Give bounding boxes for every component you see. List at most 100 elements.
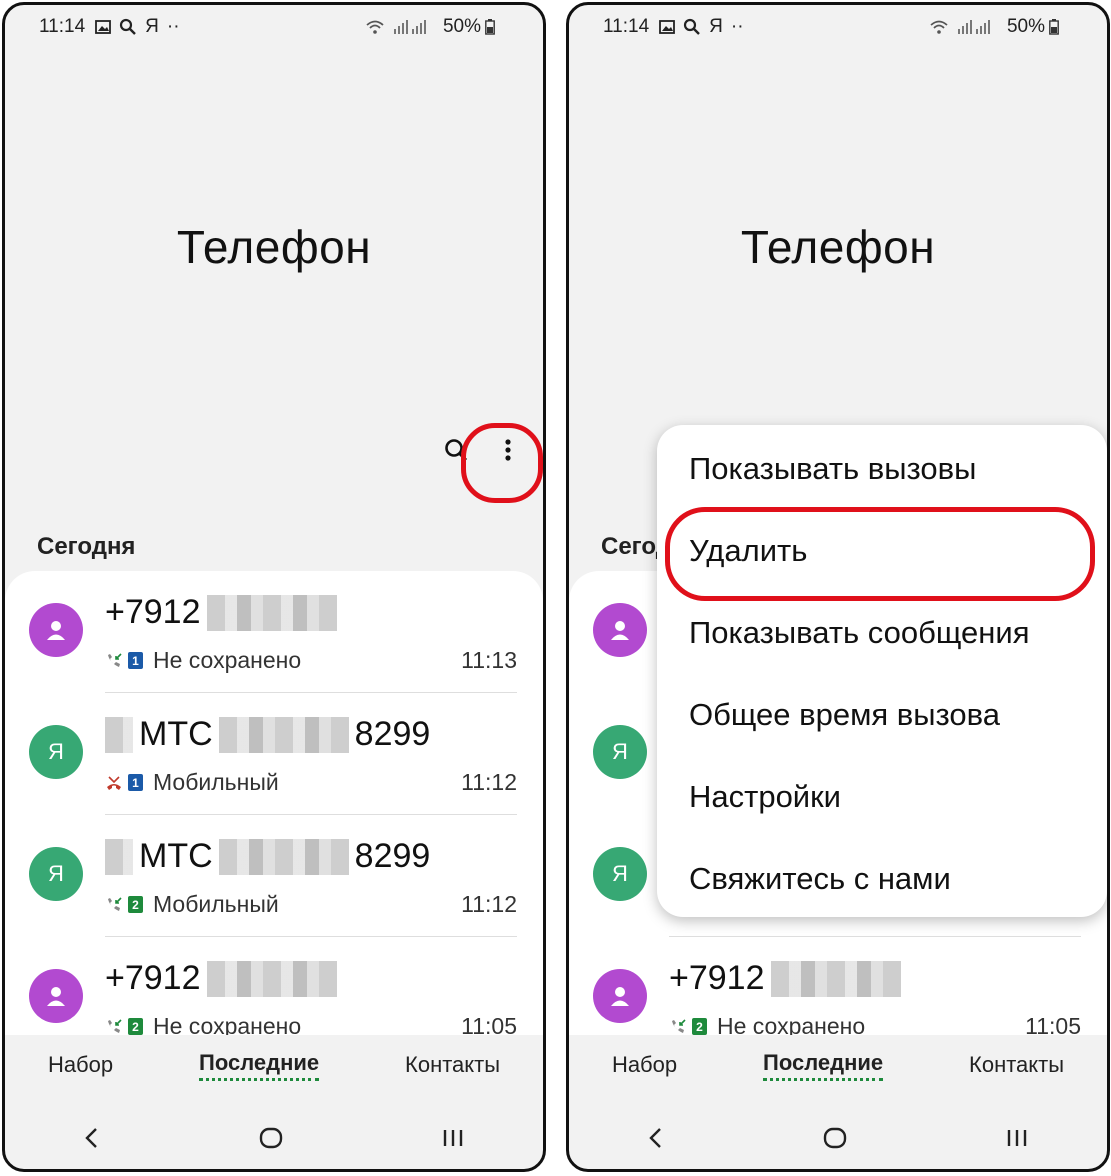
overflow-menu: Показывать вызовы Удалить Показывать соо…: [657, 425, 1107, 917]
menu-item-contact-us[interactable]: Свяжитесь с нами: [689, 861, 951, 897]
signal-icon: [393, 19, 427, 35]
page-title: Телефон: [740, 221, 936, 273]
call-log-row[interactable]: Я МТС 8299 2 Мобильный 11:12: [5, 815, 543, 937]
avatar: Я: [29, 847, 83, 901]
call-detail: 2 Не сохранено: [105, 1013, 301, 1035]
call-log-row[interactable]: +7912 2 Не сохранено 11:05: [569, 937, 1107, 1035]
page-title: Телефон: [176, 221, 372, 273]
call-name-text: +7912: [669, 959, 765, 997]
gallery-icon: [659, 19, 676, 35]
recent-apps-button[interactable]: [442, 1127, 464, 1154]
call-time: 11:05: [1025, 1013, 1081, 1035]
menu-item-show-messages[interactable]: Показывать сообщения: [689, 615, 1030, 651]
avatar: Я: [593, 725, 647, 779]
call-name-suffix: 8299: [354, 837, 431, 875]
tab-recent[interactable]: Последние: [199, 1050, 320, 1081]
redacted-block: [206, 594, 337, 631]
avatar: [593, 603, 647, 657]
call-time: 11:12: [461, 891, 517, 917]
avatar: [593, 969, 647, 1023]
redacted-block: [770, 960, 901, 997]
call-time: 11:13: [461, 647, 517, 673]
call-name-text: МТС: [139, 715, 213, 753]
search-status-icon: [119, 18, 137, 36]
menu-item-total-call-time[interactable]: Общее время вызова: [689, 697, 1000, 733]
comparison-screenshot: 11:14 Я ·· 50% Телефон Сегодня +7912 1 Н…: [0, 0, 1111, 1176]
system-nav-bar: [5, 1115, 543, 1165]
avatar: Я: [593, 847, 647, 901]
call-log-row[interactable]: +7912 1 Не сохранено 11:13: [5, 571, 543, 693]
home-button[interactable]: [259, 1127, 283, 1154]
person-icon: [47, 987, 65, 1006]
incoming-call-icon: [108, 652, 122, 667]
sim-1-badge: 1: [128, 652, 143, 669]
wifi-icon: [929, 19, 949, 35]
system-nav-bar: [569, 1115, 1107, 1165]
incoming-call-icon: [108, 1018, 122, 1033]
call-time: 11:12: [461, 769, 517, 795]
status-bar: 11:14 Я ·· 50%: [39, 13, 503, 41]
more-status-icon: ··: [730, 16, 744, 37]
incoming-call-icon: [108, 896, 122, 911]
call-name: +7912: [105, 959, 343, 998]
bottom-tab-bar: Набор Последние Контакты: [5, 1035, 543, 1095]
battery-percent: 50%: [442, 16, 481, 37]
highlight-circle: [461, 423, 543, 503]
status-time: 11:14: [39, 16, 86, 37]
tab-dial[interactable]: Набор: [612, 1052, 677, 1078]
call-status: Не сохранено: [153, 647, 302, 673]
menu-item-show-calls[interactable]: Показывать вызовы: [689, 451, 976, 487]
back-button[interactable]: [648, 1127, 664, 1154]
person-icon: [47, 621, 65, 640]
search-status-icon: [683, 18, 701, 36]
call-name-text: +7912: [105, 959, 201, 997]
back-button[interactable]: [84, 1127, 100, 1154]
avatar: [29, 969, 83, 1023]
call-status: Мобильный: [153, 891, 279, 917]
call-name-suffix: 8299: [354, 715, 431, 753]
call-detail: 2 Мобильный: [105, 891, 279, 918]
status-time: 11:14: [603, 16, 650, 37]
call-log-list: +7912 1 Не сохранено 11:13 Я МТС 8299 1 М…: [5, 571, 543, 1035]
call-log-row[interactable]: Я МТС 8299 1 Мобильный 11:12: [5, 693, 543, 815]
call-name: +7912: [105, 593, 343, 632]
redacted-block: [218, 716, 349, 753]
gallery-icon: [95, 19, 112, 35]
phone-screen-right: 11:14 Я ·· 50% Телефон Сегодня Я Я +7912…: [566, 2, 1110, 1172]
tab-contacts[interactable]: Контакты: [969, 1052, 1064, 1078]
call-status: Мобильный: [153, 769, 279, 795]
call-name-text: +7912: [105, 593, 201, 631]
call-name: +7912: [669, 959, 907, 998]
tab-recent[interactable]: Последние: [763, 1050, 884, 1081]
battery-icon: [1049, 19, 1059, 35]
avatar: [29, 603, 83, 657]
call-name: МТС 8299: [105, 715, 430, 754]
more-status-icon: ··: [166, 16, 180, 37]
wifi-icon: [365, 19, 385, 35]
call-log-row[interactable]: +7912 2 Не сохранено 11:05: [5, 937, 543, 1035]
avatar: Я: [29, 725, 83, 779]
sim-2-badge: 2: [128, 1018, 143, 1035]
call-name: МТС 8299: [105, 837, 430, 876]
tab-dial[interactable]: Набор: [48, 1052, 113, 1078]
bottom-tab-bar: Набор Последние Контакты: [569, 1035, 1107, 1095]
redacted-block: [105, 716, 133, 753]
phone-screen-left: 11:14 Я ·· 50% Телефон Сегодня +7912 1 Н…: [2, 2, 546, 1172]
missed-call-icon: [107, 775, 121, 790]
redacted-block: [105, 838, 133, 875]
person-icon: [611, 621, 629, 640]
call-time: 11:05: [461, 1013, 517, 1035]
home-button[interactable]: [823, 1127, 847, 1154]
redacted-block: [218, 838, 349, 875]
signal-icon: [957, 19, 991, 35]
redacted-block: [206, 960, 337, 997]
menu-item-settings[interactable]: Настройки: [689, 779, 841, 815]
yandex-status-icon: Я: [709, 16, 723, 37]
call-detail: 2 Не сохранено: [669, 1013, 865, 1035]
status-bar: 11:14 Я ·· 50%: [603, 13, 1067, 41]
recent-apps-button[interactable]: [1006, 1127, 1028, 1154]
highlight-rounded-rect: [665, 507, 1095, 601]
section-header-today: Сегодня: [37, 533, 136, 560]
yandex-status-icon: Я: [145, 16, 159, 37]
tab-contacts[interactable]: Контакты: [405, 1052, 500, 1078]
